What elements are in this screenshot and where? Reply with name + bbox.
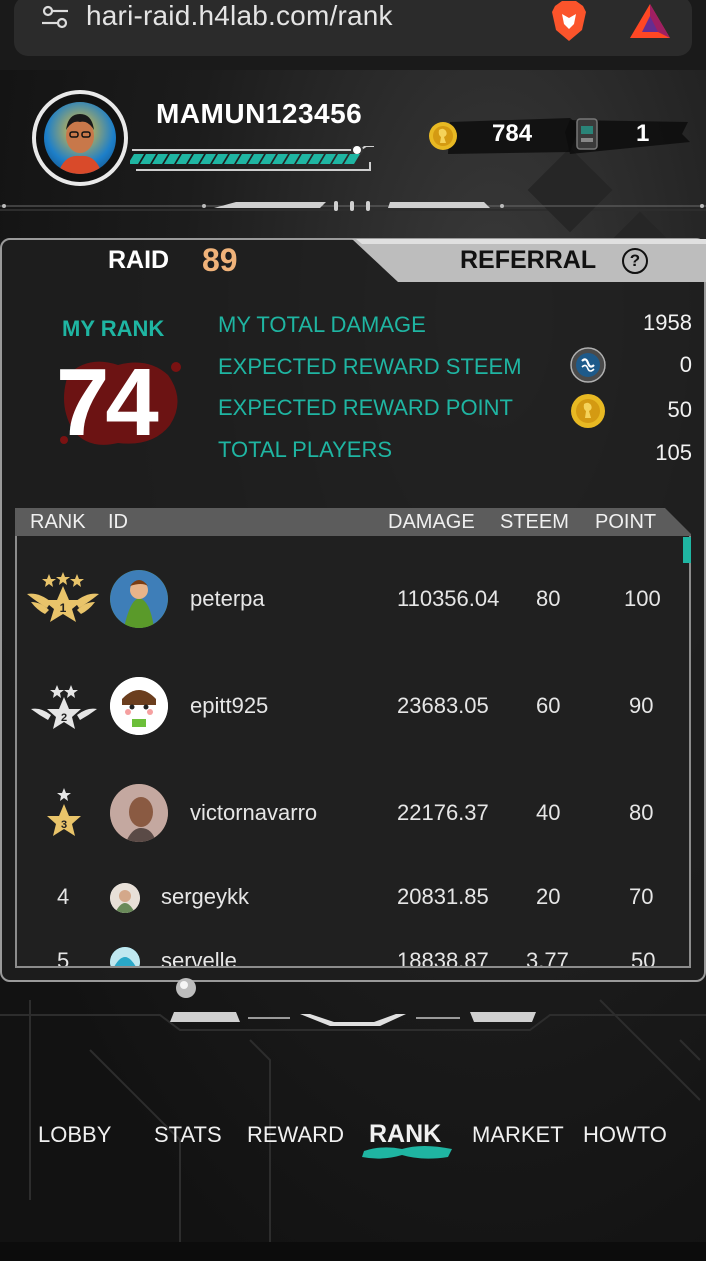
svg-text:1: 1 [60,601,67,615]
row-id[interactable]: sergeykk [161,884,249,910]
table-scrollbar[interactable] [683,537,691,563]
row-steem: 40 [536,800,561,825]
ticket-icon [576,118,598,150]
address-bar[interactable]: hari-raid.h4lab.com/rank [14,0,692,56]
row-point: 70 [629,884,654,909]
table-row[interactable]: 4 sergeykk 20831.85 20 70 [17,876,689,920]
username: MAMUN123456 [156,98,363,129]
nav-reward[interactable]: REWARD [247,1122,344,1148]
row-steem: 80 [536,586,561,611]
player-avatar[interactable] [32,90,128,186]
tab-raid-label[interactable]: RAID [108,246,169,275]
col-rank: RANK [30,511,86,533]
stat-reward-point-value: 50 [667,397,692,422]
row-steem: 3.77 [526,948,569,968]
rank-table[interactable]: 1 peterpa 110356.04 80 100 2 epitt925 23… [15,536,691,968]
help-icon[interactable]: ? [622,248,648,274]
row-rank: 4 [57,884,70,909]
header-divider [0,201,706,211]
bottom-decoration [170,1012,536,1026]
table-row[interactable]: 1 peterpa 110356.04 80 100 [17,562,689,636]
row-id[interactable]: epitt925 [190,693,268,719]
browser-toolbar: hari-raid.h4lab.com/rank [0,0,706,70]
row-id[interactable]: servelle [161,948,237,966]
row-damage: 22176.37 [397,800,489,825]
system-bar [0,1242,706,1261]
row-id[interactable]: peterpa [190,586,265,612]
xp-progress-bar [130,146,374,171]
my-rank-value: 74 [56,349,159,456]
gold-count: 784 [492,120,533,147]
ticket-count: 1 [636,120,650,147]
silver-rank-badge-icon: 2 [31,685,97,729]
row-steem: 60 [536,693,561,718]
tab-referral-label[interactable]: REFERRAL [460,246,596,275]
row-steem: 20 [536,884,561,909]
table-row[interactable]: 2 epitt925 23683.05 60 90 [17,669,689,743]
row-damage: 23683.05 [397,693,489,718]
gold-coin-icon [571,394,605,428]
row-point: 100 [624,586,661,611]
stat-total-players-label: TOTAL PLAYERS [218,437,393,462]
bronze-rank-badge-icon: 3 [47,788,81,836]
nav-lobby[interactable]: LOBBY [38,1122,111,1148]
svg-text:2: 2 [61,712,67,724]
stat-reward-steem-value: 0 [679,352,692,377]
gold-coin-icon [429,122,457,150]
row-point: 50 [631,948,656,968]
row-damage: 20831.85 [397,884,489,909]
col-damage: DAMAGE [388,511,475,533]
row-damage: 18838.87 [397,948,489,968]
nav-rank[interactable]: RANK [369,1120,441,1149]
col-steem: STEEM [500,511,569,533]
avatar[interactable] [110,570,168,628]
brave-shield-icon[interactable] [550,0,588,42]
url-text[interactable]: hari-raid.h4lab.com/rank [86,0,393,32]
avatar[interactable] [110,784,168,842]
avatar[interactable] [110,883,140,913]
col-point: POINT [595,511,657,533]
steem-icon [570,347,606,383]
nav-stats[interactable]: STATS [154,1122,222,1148]
table-row[interactable]: 3 victornavarro 22176.37 40 80 [17,776,689,850]
nav-howto[interactable]: HOWTO [583,1122,667,1148]
gold-rank-badge-icon: 1 [27,572,99,622]
stat-total-damage-value: 1958 [643,310,692,335]
stat-total-damage-label: MY TOTAL DAMAGE [218,312,426,337]
avatar[interactable] [110,947,140,966]
bat-rewards-icon[interactable] [628,2,672,40]
stat-reward-point-label: EXPECTED REWARD POINT [218,395,513,420]
row-point: 90 [629,693,654,718]
my-rank-label: MY RANK [62,316,165,341]
svg-text:3: 3 [61,819,67,831]
currency-background-strip [448,118,690,154]
stat-total-players-value: 105 [655,440,692,465]
table-row[interactable]: 5 servelle 18838.87 3.77 50 [17,940,689,968]
stat-reward-steem-label: EXPECTED REWARD STEEM [218,354,522,379]
avatar-image [44,102,116,174]
row-damage: 110356.04 [397,586,500,611]
row-point: 80 [629,800,654,825]
row-rank: 5 [57,948,70,968]
raid-number: 89 [202,242,238,278]
panel-knob [176,978,196,998]
row-id[interactable]: victornavarro [190,800,317,826]
nav-market[interactable]: MARKET [472,1122,564,1148]
avatar[interactable] [110,677,168,735]
site-settings-icon[interactable] [40,2,70,32]
col-id: ID [108,511,128,533]
